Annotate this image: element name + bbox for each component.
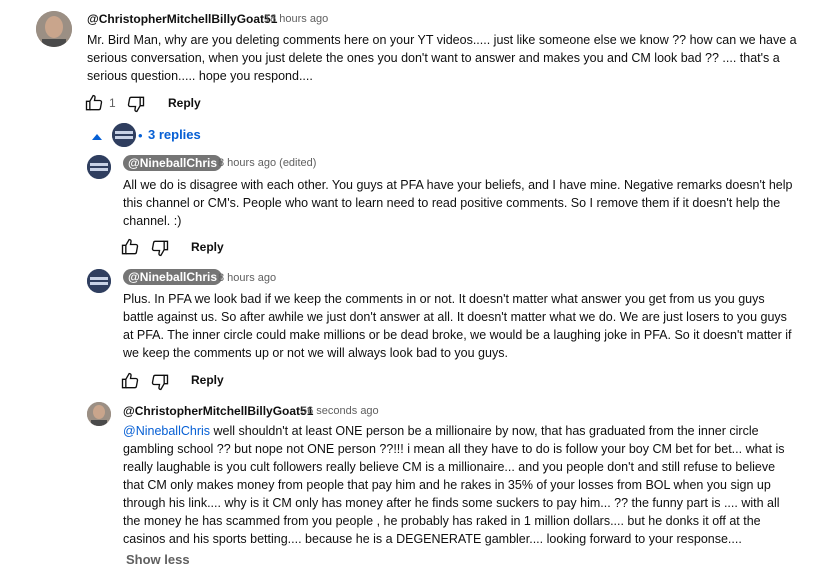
reply-author-chip[interactable]: @NineballChris bbox=[123, 155, 223, 171]
thumbs-up-icon bbox=[85, 94, 103, 111]
reply-dislike-button[interactable] bbox=[150, 238, 170, 263]
collapse-replies-button[interactable] bbox=[91, 129, 103, 147]
reply-author[interactable]: @ChristopherMitchellBillyGoat51 bbox=[123, 404, 313, 418]
reply-avatar[interactable] bbox=[87, 155, 111, 179]
reply-like-button[interactable] bbox=[120, 237, 140, 262]
reply-button[interactable]: Reply bbox=[191, 240, 224, 254]
replier-avatar bbox=[112, 123, 136, 147]
reply-text-body: well shouldn't at least ONE person be a … bbox=[123, 424, 785, 546]
reply-author-chip[interactable]: @NineballChris bbox=[123, 269, 223, 285]
thumbs-up-icon bbox=[121, 372, 139, 389]
reply-timestamp[interactable]: 8 hours ago bbox=[218, 272, 276, 284]
show-less-button[interactable]: Show less bbox=[126, 552, 190, 567]
reply-text: All we do is disagree with each other. Y… bbox=[123, 178, 793, 228]
thumbs-down-icon bbox=[151, 240, 169, 257]
dot-separator: • bbox=[138, 128, 143, 143]
reply-button[interactable]: Reply bbox=[191, 373, 224, 387]
dislike-button[interactable] bbox=[126, 94, 146, 119]
comment-timestamp[interactable]: 18 hours ago bbox=[264, 13, 328, 25]
comment-author[interactable]: @ChristopherMitchellBillyGoat51 bbox=[87, 12, 277, 26]
reply-avatar[interactable] bbox=[87, 402, 111, 426]
reply-avatar[interactable] bbox=[87, 269, 111, 293]
reply-timestamp[interactable]: 8 hours ago (edited) bbox=[218, 157, 316, 169]
caret-up-icon bbox=[92, 134, 102, 140]
reply-text: @NineballChris well shouldn't at least O… bbox=[123, 422, 793, 548]
like-count: 1 bbox=[109, 96, 116, 110]
comment-text: Mr. Bird Man, why are you deleting comme… bbox=[87, 33, 797, 83]
reply-timestamp[interactable]: 56 seconds ago bbox=[301, 405, 379, 417]
thumbs-up-icon bbox=[121, 238, 139, 255]
thumbs-down-icon bbox=[127, 96, 145, 113]
replies-toggle[interactable]: 3 replies bbox=[148, 127, 201, 142]
reply-button[interactable]: Reply bbox=[168, 96, 201, 110]
author-avatar[interactable] bbox=[36, 11, 72, 47]
reply-dislike-button[interactable] bbox=[150, 372, 170, 397]
thumbs-down-icon bbox=[151, 374, 169, 391]
like-button[interactable] bbox=[84, 93, 104, 118]
reply-like-button[interactable] bbox=[120, 371, 140, 396]
reply-text: Plus. In PFA we look bad if we keep the … bbox=[123, 292, 792, 360]
mention-link[interactable]: @NineballChris bbox=[123, 424, 210, 438]
